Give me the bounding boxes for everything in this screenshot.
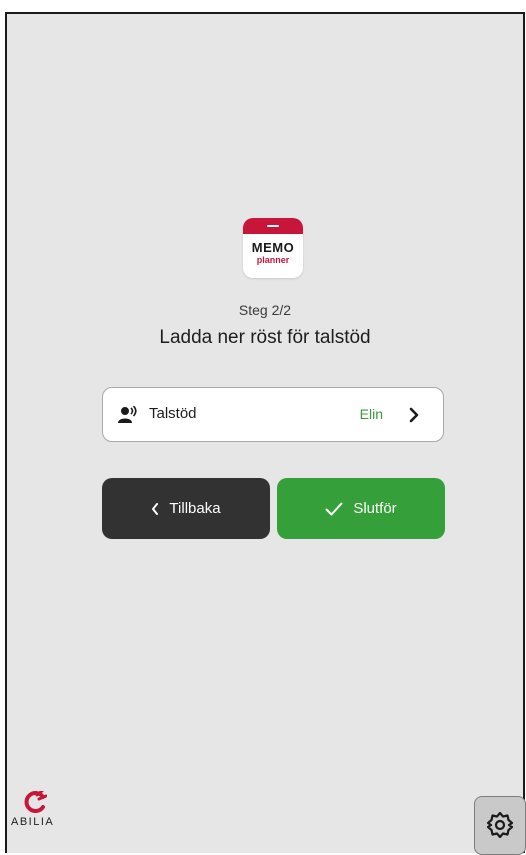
page-title: Ladda ner röst för talstöd: [159, 327, 371, 348]
gear-icon: [487, 812, 513, 838]
back-button-label: Tillbaka: [169, 500, 221, 517]
logo-band: [243, 218, 303, 234]
finish-button[interactable]: Slutför: [277, 478, 445, 539]
logo-text-memo: MEMO: [251, 240, 295, 255]
abilia-logo: ABILIA: [11, 791, 67, 841]
speech-support-setting[interactable]: Talstöd Elin: [102, 387, 444, 442]
chevron-left-icon: [152, 502, 159, 515]
back-button[interactable]: Tillbaka: [102, 478, 270, 539]
setting-value: Elin: [359, 406, 383, 422]
finish-button-label: Slutför: [353, 500, 397, 517]
abilia-mark-icon: [24, 791, 47, 813]
settings-button[interactable]: [474, 796, 526, 855]
memo-planner-logo: MEMO planner: [243, 218, 303, 278]
setting-label: Talstöd: [149, 405, 197, 422]
device-screen: MEMO planner Steg 2/2 Ladda ner röst för…: [5, 12, 526, 855]
abilia-wordmark: ABILIA: [11, 816, 55, 828]
speech-icon: [118, 406, 137, 423]
check-icon: [325, 502, 343, 515]
step-indicator: Steg 2/2: [238, 302, 292, 318]
chevron-right-icon: [409, 407, 419, 423]
logo-text-planner: planner: [256, 255, 290, 265]
